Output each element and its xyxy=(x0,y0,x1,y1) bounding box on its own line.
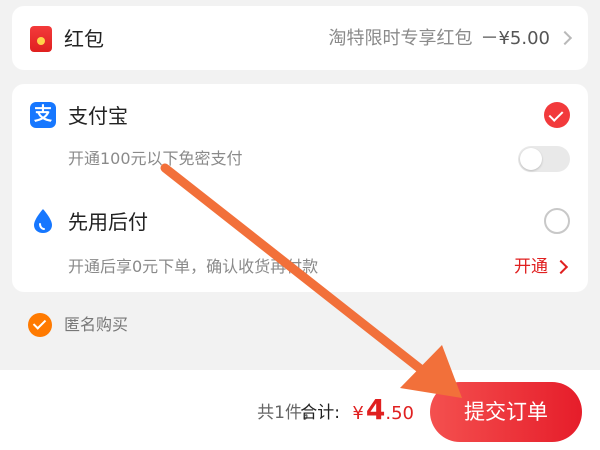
red-packet-icon xyxy=(30,26,52,52)
pay-later-label[interactable]: 先用后付 xyxy=(68,208,148,236)
pay-later-radio[interactable] xyxy=(544,208,570,234)
submit-order-button[interactable]: 提交订单 xyxy=(430,382,582,442)
toggle-knob xyxy=(520,148,542,170)
red-packet-label: 红包 xyxy=(64,27,104,51)
alipay-icon: 支 xyxy=(30,102,56,128)
password-free-toggle[interactable] xyxy=(518,146,570,172)
alipay-label[interactable]: 支付宝 xyxy=(68,102,128,130)
total-price: ¥4.50 xyxy=(352,394,414,430)
currency-symbol: ¥ xyxy=(352,403,364,424)
pay-later-description: 开通后享0元下单，确认收货再付款 xyxy=(68,257,319,276)
anonymous-checkbox[interactable] xyxy=(28,313,52,337)
red-packet-row[interactable]: 红包 淘特限时专享红包 －¥5.00 xyxy=(12,6,588,70)
pay-later-open-link[interactable]: 开通 xyxy=(514,256,548,278)
alipay-password-free-text: 开通100元以下免密支付 xyxy=(68,149,243,168)
red-packet-amount: －¥5.00 xyxy=(480,28,550,49)
red-packet-value: 淘特限时专享红包 －¥5.00 xyxy=(328,26,550,52)
alipay-selected-check-icon[interactable] xyxy=(544,102,570,128)
chevron-right-icon[interactable] xyxy=(557,30,573,46)
price-decimal: .50 xyxy=(385,403,414,424)
checkout-bar: 共1件， 合计: ¥4.50 提交订单 xyxy=(0,370,600,450)
water-drop-icon xyxy=(34,209,52,233)
anonymous-purchase-label[interactable]: 匿名购买 xyxy=(64,314,128,336)
price-integer: 4 xyxy=(365,393,386,426)
total-label: 合计: xyxy=(300,403,340,423)
red-packet-name: 淘特限时专享红包 xyxy=(328,28,473,49)
payment-methods: 支 支付宝 开通100元以下免密支付 先用后付 开通后享0元下单，确认收货再付款… xyxy=(12,84,588,292)
chevron-right-icon[interactable] xyxy=(553,259,569,275)
